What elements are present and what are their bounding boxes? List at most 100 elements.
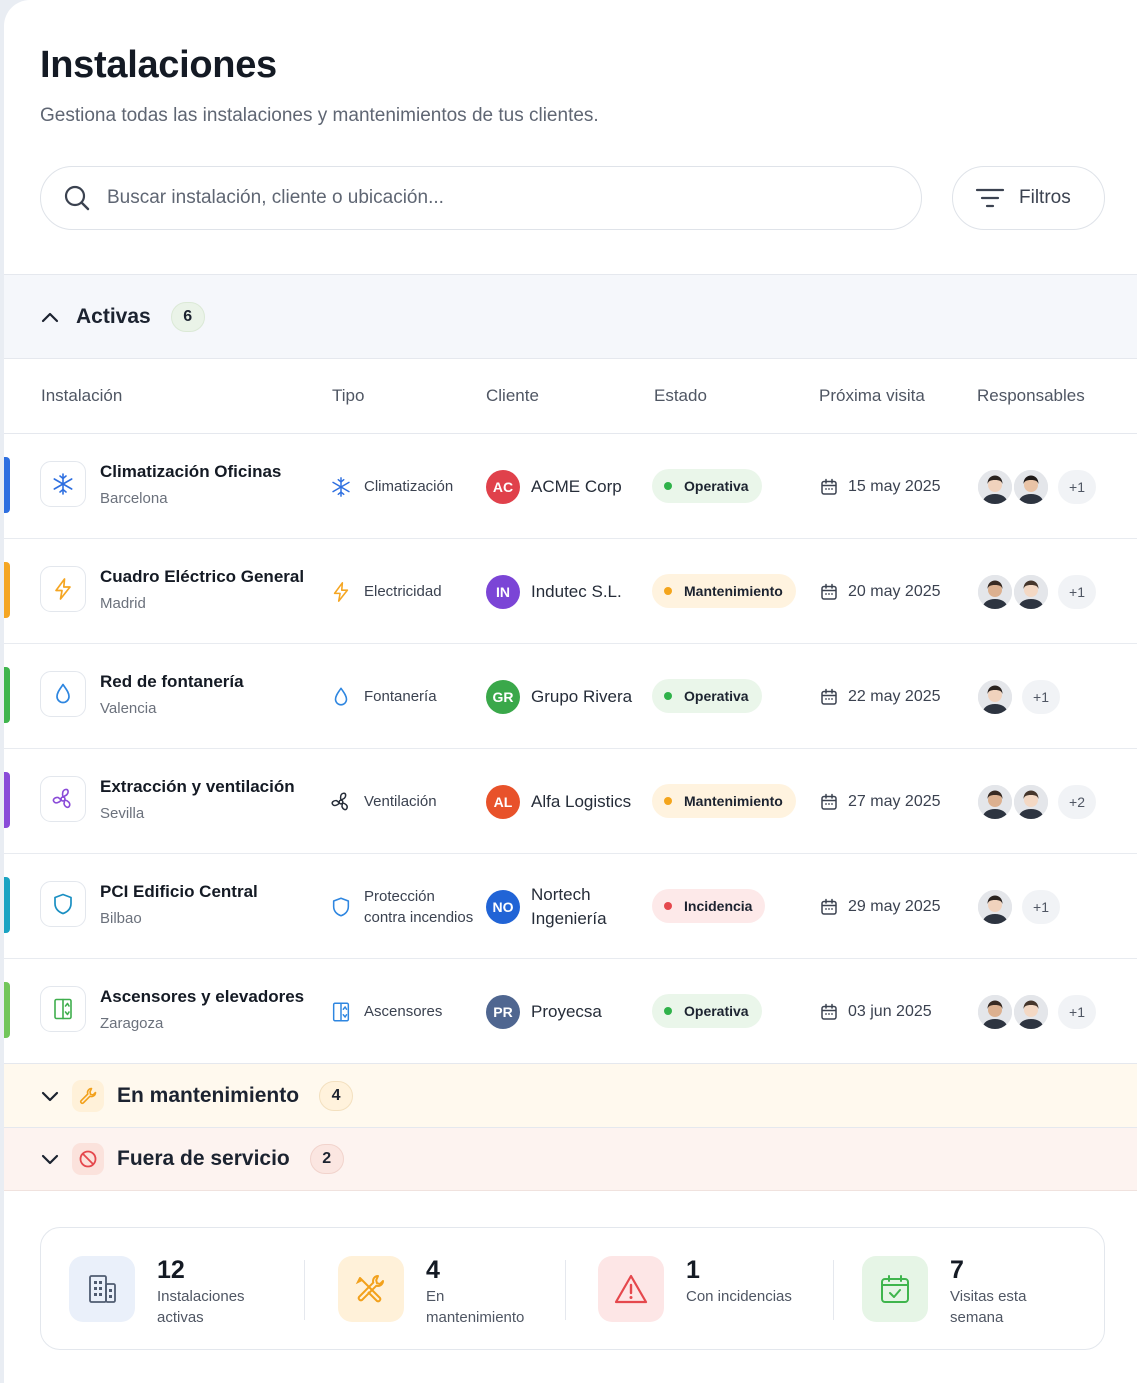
stat-value: 4 [426, 1256, 440, 1284]
next-visit: 15 may 2025 [820, 434, 941, 539]
column-header-cliente[interactable]: Cliente [486, 386, 539, 406]
client-cell[interactable]: NO Nortech Ingeniería [486, 854, 611, 959]
no-entry-icon [72, 1143, 104, 1175]
building-icon [69, 1256, 135, 1322]
installation-name[interactable]: Cuadro Eléctrico General [100, 567, 304, 587]
client-avatar: AL [486, 784, 520, 819]
installation-name[interactable]: Extracción y ventilación [100, 777, 295, 797]
more-responsables-badge[interactable]: +1 [1022, 679, 1060, 714]
table-row[interactable]: Extracción y ventilación Sevilla Ventila… [4, 749, 1137, 854]
table-row[interactable]: PCI Edificio Central Bilbao Protección c… [4, 854, 1137, 959]
next-visit-date: 29 may 2025 [848, 897, 941, 915]
installation-type: Electricidad [330, 539, 442, 644]
avatar[interactable] [1012, 782, 1050, 821]
stat-en-mantenimiento: 4 En mantenimiento [338, 1256, 536, 1326]
column-header-responsables[interactable]: Responsables [977, 386, 1085, 406]
calendar-icon [821, 898, 837, 915]
more-responsables-badge[interactable]: +1 [1058, 469, 1096, 504]
avatar[interactable] [1012, 572, 1050, 611]
snowflake-icon [40, 461, 86, 507]
table-row[interactable]: Ascensores y elevadores Zaragoza Ascenso… [4, 959, 1137, 1064]
search-bar[interactable] [40, 166, 922, 230]
client-cell[interactable]: AC ACME Corp [486, 434, 622, 539]
column-header-estado[interactable]: Estado [654, 386, 707, 406]
stats-summary-card: 12 Instalaciones activas 4 En mantenimie… [40, 1227, 1105, 1350]
elevator-icon [40, 986, 86, 1032]
calendar-icon [821, 583, 837, 600]
client-cell[interactable]: GR Grupo Rivera [486, 644, 632, 749]
status-dot [664, 482, 672, 490]
chevron-down-icon[interactable] [40, 1149, 60, 1169]
group-label: En mantenimiento [117, 1083, 300, 1107]
client-cell[interactable]: IN Indutec S.L. [486, 539, 622, 644]
row-accent-bar [4, 982, 10, 1038]
avatar[interactable] [976, 887, 1014, 926]
stat-value: 7 [950, 1256, 964, 1284]
group-header-en-mantenimiento[interactable]: En mantenimiento 4 [4, 1063, 1137, 1127]
more-responsables-badge[interactable]: +1 [1022, 889, 1060, 924]
filters-button[interactable]: Filtros [952, 166, 1105, 230]
status-badge: Operativa [652, 679, 762, 713]
status-label: Operativa [684, 478, 749, 494]
group-header-activas[interactable]: Activas 6 [4, 274, 1137, 359]
table-row[interactable]: Climatización Oficinas Barcelona Climati… [4, 434, 1137, 539]
next-visit: 27 may 2025 [820, 749, 941, 854]
responsables: +1 [976, 434, 1096, 539]
next-visit-date: 22 may 2025 [848, 687, 941, 705]
column-header-instalacion[interactable]: Instalación [41, 386, 122, 406]
table-row[interactable]: Cuadro Eléctrico General Madrid Electric… [4, 539, 1137, 644]
avatar[interactable] [1012, 467, 1050, 506]
type-label: Fontanería [364, 688, 437, 705]
table-row[interactable]: Red de fontanería Valencia Fontanería GR… [4, 644, 1137, 749]
responsables: +1 [976, 854, 1060, 959]
installation-name[interactable]: PCI Edificio Central [100, 882, 258, 902]
chevron-up-icon[interactable] [40, 307, 60, 327]
snowflake-icon [330, 476, 352, 498]
chevron-down-icon[interactable] [40, 1086, 60, 1106]
elevator-icon [330, 1001, 352, 1023]
more-responsables-badge[interactable]: +2 [1058, 784, 1096, 819]
app-frame: Instalaciones Gestiona todas las instala… [4, 0, 1137, 1383]
client-avatar: GR [486, 679, 520, 714]
client-cell[interactable]: AL Alfa Logistics [486, 749, 631, 854]
installation-location: Madrid [100, 595, 146, 612]
search-icon [64, 185, 90, 211]
responsables: +2 [976, 749, 1096, 854]
installation-name[interactable]: Climatización Oficinas [100, 462, 281, 482]
tools-icon [338, 1256, 404, 1322]
row-accent-bar [4, 457, 10, 513]
client-name: Indutec S.L. [531, 581, 622, 601]
status-badge: Incidencia [652, 889, 766, 923]
installation-name[interactable]: Red de fontanería [100, 672, 244, 692]
filters-label: Filtros [1019, 187, 1071, 208]
client-cell[interactable]: PR Proyecsa [486, 959, 602, 1064]
column-header-tipo[interactable]: Tipo [332, 386, 364, 406]
fan-icon [40, 776, 86, 822]
more-responsables-badge[interactable]: +1 [1058, 994, 1096, 1029]
calendar-check-icon [862, 1256, 928, 1322]
installation-type: Ventilación [330, 749, 437, 854]
avatar[interactable] [976, 782, 1014, 821]
group-header-fuera-de-servicio[interactable]: Fuera de servicio 2 [4, 1127, 1137, 1191]
search-input[interactable] [107, 187, 847, 209]
row-accent-bar [4, 562, 10, 618]
avatar[interactable] [976, 467, 1014, 506]
type-label: Protección contra incendios [364, 887, 474, 926]
installation-location: Bilbao [100, 910, 142, 927]
row-accent-bar [4, 877, 10, 933]
installation-name[interactable]: Ascensores y elevadores [100, 987, 304, 1007]
more-responsables-badge[interactable]: +1 [1058, 574, 1096, 609]
column-header-proxima-visita[interactable]: Próxima visita [819, 386, 925, 406]
status-dot [664, 1007, 672, 1015]
status-badge: Mantenimiento [652, 784, 796, 818]
avatar[interactable] [1012, 992, 1050, 1031]
installation-location: Barcelona [100, 490, 168, 507]
stat-visitas-semana: 7 Visitas esta semana [862, 1256, 1060, 1326]
group-count-badge: 4 [319, 1080, 354, 1111]
avatar[interactable] [976, 992, 1014, 1031]
installation-location: Valencia [100, 700, 157, 717]
avatar[interactable] [976, 572, 1014, 611]
lightning-icon [40, 566, 86, 612]
installation-type: Climatización [330, 434, 453, 539]
avatar[interactable] [976, 677, 1014, 716]
